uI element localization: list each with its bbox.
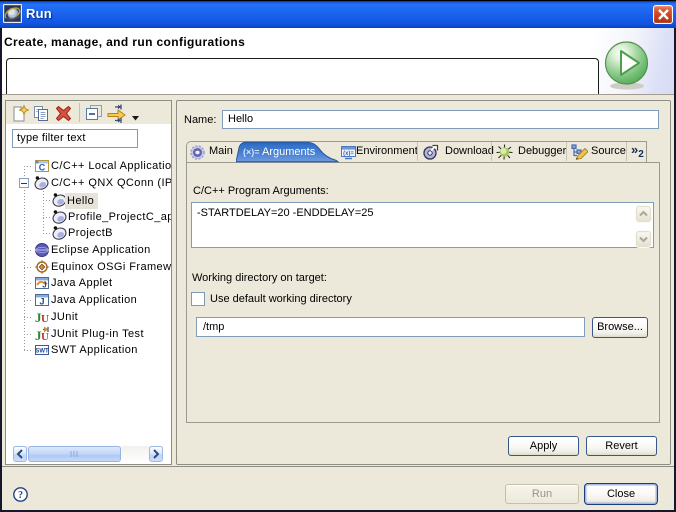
svg-text:U: U — [41, 313, 49, 325]
svg-text:C: C — [39, 163, 46, 173]
svg-text:?: ? — [18, 490, 23, 501]
svg-text:SWT: SWT — [35, 349, 49, 355]
svg-text:J: J — [42, 281, 46, 290]
svg-text:(×)=: (×)= — [243, 147, 260, 157]
svg-text:J: J — [39, 297, 44, 307]
svg-text:(x)=: (x)= — [343, 151, 354, 157]
svg-text:U: U — [41, 331, 49, 342]
